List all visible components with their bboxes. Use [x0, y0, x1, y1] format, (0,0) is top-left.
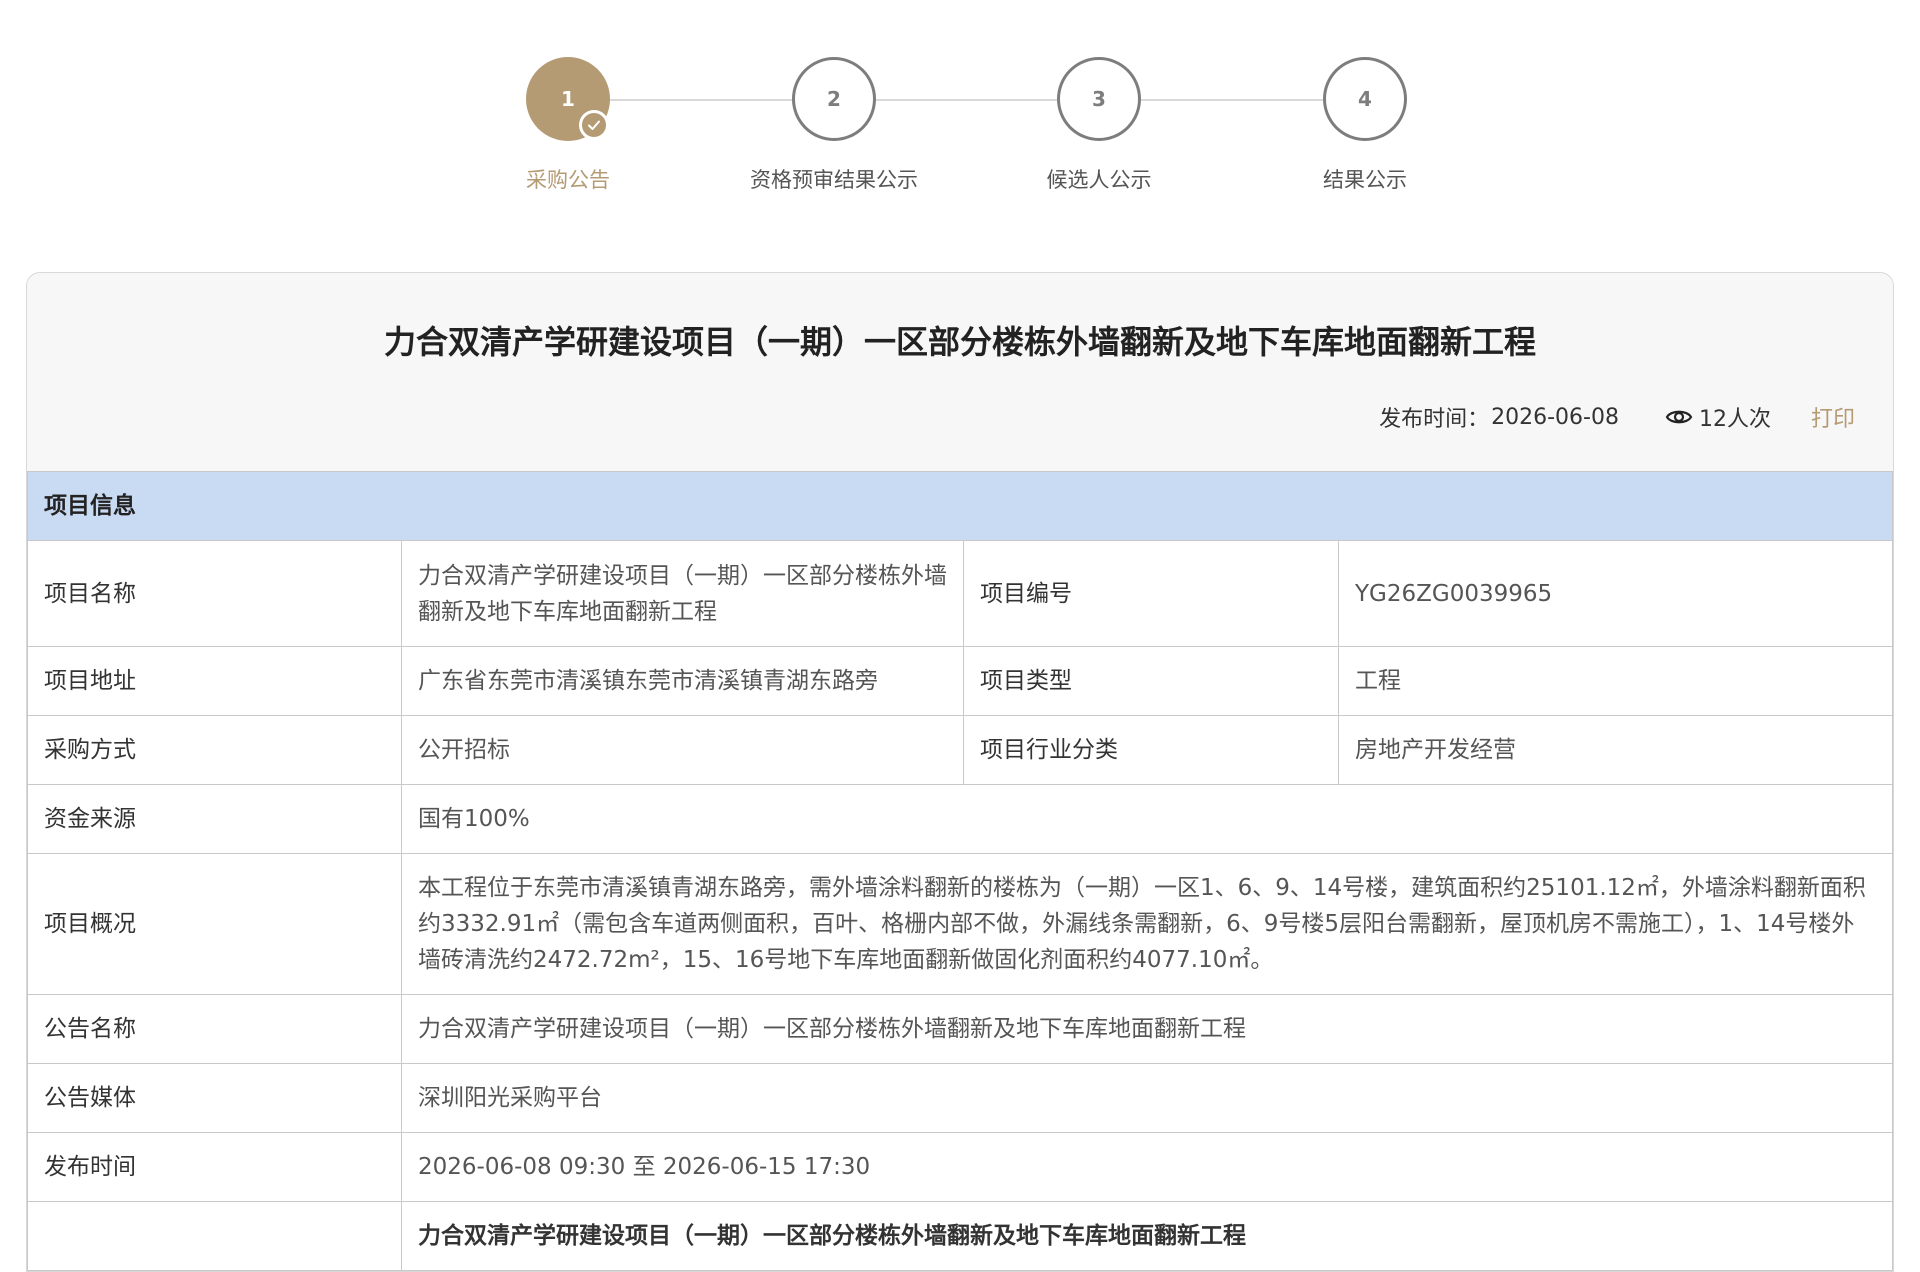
project-code-label: 项目编号: [963, 540, 1339, 647]
step-3-label[interactable]: 候选人公示: [979, 164, 1219, 194]
step-1-label[interactable]: 采购公告: [448, 164, 688, 194]
step-number: 2: [827, 87, 841, 111]
table-row: 采购方式 公开招标 项目行业分类 房地产开发经营: [27, 715, 1893, 785]
media-label: 公告媒体: [27, 1063, 402, 1133]
project-address-value: 广东省东莞市清溪镇东莞市清溪镇青湖东路旁: [401, 646, 964, 716]
table-row: 力合双清产学研建设项目（一期）一区部分楼栋外墙翻新及地下车库地面翻新工程: [27, 1201, 1893, 1271]
step-number: 4: [1358, 87, 1372, 111]
project-name-value: 力合双清产学研建设项目（一期）一区部分楼栋外墙翻新及地下车库地面翻新工程: [401, 540, 964, 647]
section-header: 项目信息: [27, 471, 1893, 541]
step-2-label[interactable]: 资格预审结果公示: [714, 164, 954, 194]
table-row: 发布时间 2026-06-08 09:30 至 2026-06-15 17:30: [27, 1132, 1893, 1202]
notice-name-value: 力合双清产学研建设项目（一期）一区部分楼栋外墙翻新及地下车库地面翻新工程: [401, 994, 1893, 1064]
table-row: 项目名称 力合双清产学研建设项目（一期）一区部分楼栋外墙翻新及地下车库地面翻新工…: [27, 540, 1893, 647]
section-title: 项目信息: [27, 471, 1893, 541]
project-type-value: 工程: [1338, 646, 1893, 716]
project-address-label: 项目地址: [27, 646, 402, 716]
table-row: 资金来源 国有100%: [27, 784, 1893, 854]
procurement-method-value: 公开招标: [401, 715, 964, 785]
overview-value: 本工程位于东莞市清溪镇青湖东路旁，需外墙涂料翻新的楼栋为（一期）一区1、6、9、…: [401, 853, 1893, 995]
overview-label: 项目概况: [27, 853, 402, 995]
publish-label: 发布时间：: [1379, 407, 1490, 432]
eye-icon: [1665, 410, 1693, 424]
industry-label: 项目行业分类: [963, 715, 1339, 785]
check-icon: [579, 110, 609, 140]
fund-source-value: 国有100%: [401, 784, 1893, 854]
progress-stepper: 1 采购公告 2 资格预审结果公示 3 候选人公示 4 结果公示: [0, 0, 1920, 220]
procurement-method-label: 采购方式: [27, 715, 402, 785]
step-4-label[interactable]: 结果公示: [1245, 164, 1485, 194]
project-info-table: 项目信息 项目名称 力合双清产学研建设项目（一期）一区部分楼栋外墙翻新及地下车库…: [27, 471, 1893, 1271]
notice-meta: 发布时间： 2026-06-08 12人次 打印: [1379, 401, 1855, 433]
industry-value: 房地产开发经营: [1338, 715, 1893, 785]
table-row: 项目概况 本工程位于东莞市清溪镇青湖东路旁，需外墙涂料翻新的楼栋为（一期）一区1…: [27, 853, 1893, 995]
publish-time-label: 发布时间: [27, 1132, 402, 1202]
step-connector: [876, 99, 1057, 101]
project-name-label: 项目名称: [27, 540, 402, 647]
media-value: 深圳阳光采购平台: [401, 1063, 1893, 1133]
notice-card: 力合双清产学研建设项目（一期）一区部分楼栋外墙翻新及地下车库地面翻新工程 发布时…: [26, 272, 1894, 1272]
step-2-circle[interactable]: 2: [792, 57, 876, 141]
project-code-value: YG26ZG0039965: [1338, 540, 1893, 647]
table-row: 公告媒体 深圳阳光采购平台: [27, 1063, 1893, 1133]
publish-time-value: 2026-06-08 09:30 至 2026-06-15 17:30: [401, 1132, 1893, 1202]
step-4-circle[interactable]: 4: [1323, 57, 1407, 141]
project-type-label: 项目类型: [963, 646, 1339, 716]
step-3-circle[interactable]: 3: [1057, 57, 1141, 141]
print-link[interactable]: 打印: [1811, 401, 1855, 433]
step-number: 3: [1092, 87, 1106, 111]
fund-source-label: 资金来源: [27, 784, 402, 854]
empty-label: [27, 1201, 402, 1271]
step-connector: [610, 99, 792, 101]
notice-title: 力合双清产学研建设项目（一期）一区部分楼栋外墙翻新及地下车库地面翻新工程: [383, 323, 1536, 361]
step-connector: [1141, 99, 1323, 101]
table-row: 项目地址 广东省东莞市清溪镇东莞市清溪镇青湖东路旁 项目类型 工程: [27, 646, 1893, 716]
publish-date: 2026-06-08: [1491, 404, 1619, 430]
notice-link-title[interactable]: 力合双清产学研建设项目（一期）一区部分楼栋外墙翻新及地下车库地面翻新工程: [401, 1201, 1893, 1271]
step-number: 1: [561, 87, 575, 111]
step-1-circle[interactable]: 1: [526, 57, 610, 141]
view-count-text: 12人次: [1698, 407, 1771, 432]
table-row: 公告名称 力合双清产学研建设项目（一期）一区部分楼栋外墙翻新及地下车库地面翻新工…: [27, 994, 1893, 1064]
view-count: 12人次: [1665, 401, 1771, 433]
notice-name-label: 公告名称: [27, 994, 402, 1064]
